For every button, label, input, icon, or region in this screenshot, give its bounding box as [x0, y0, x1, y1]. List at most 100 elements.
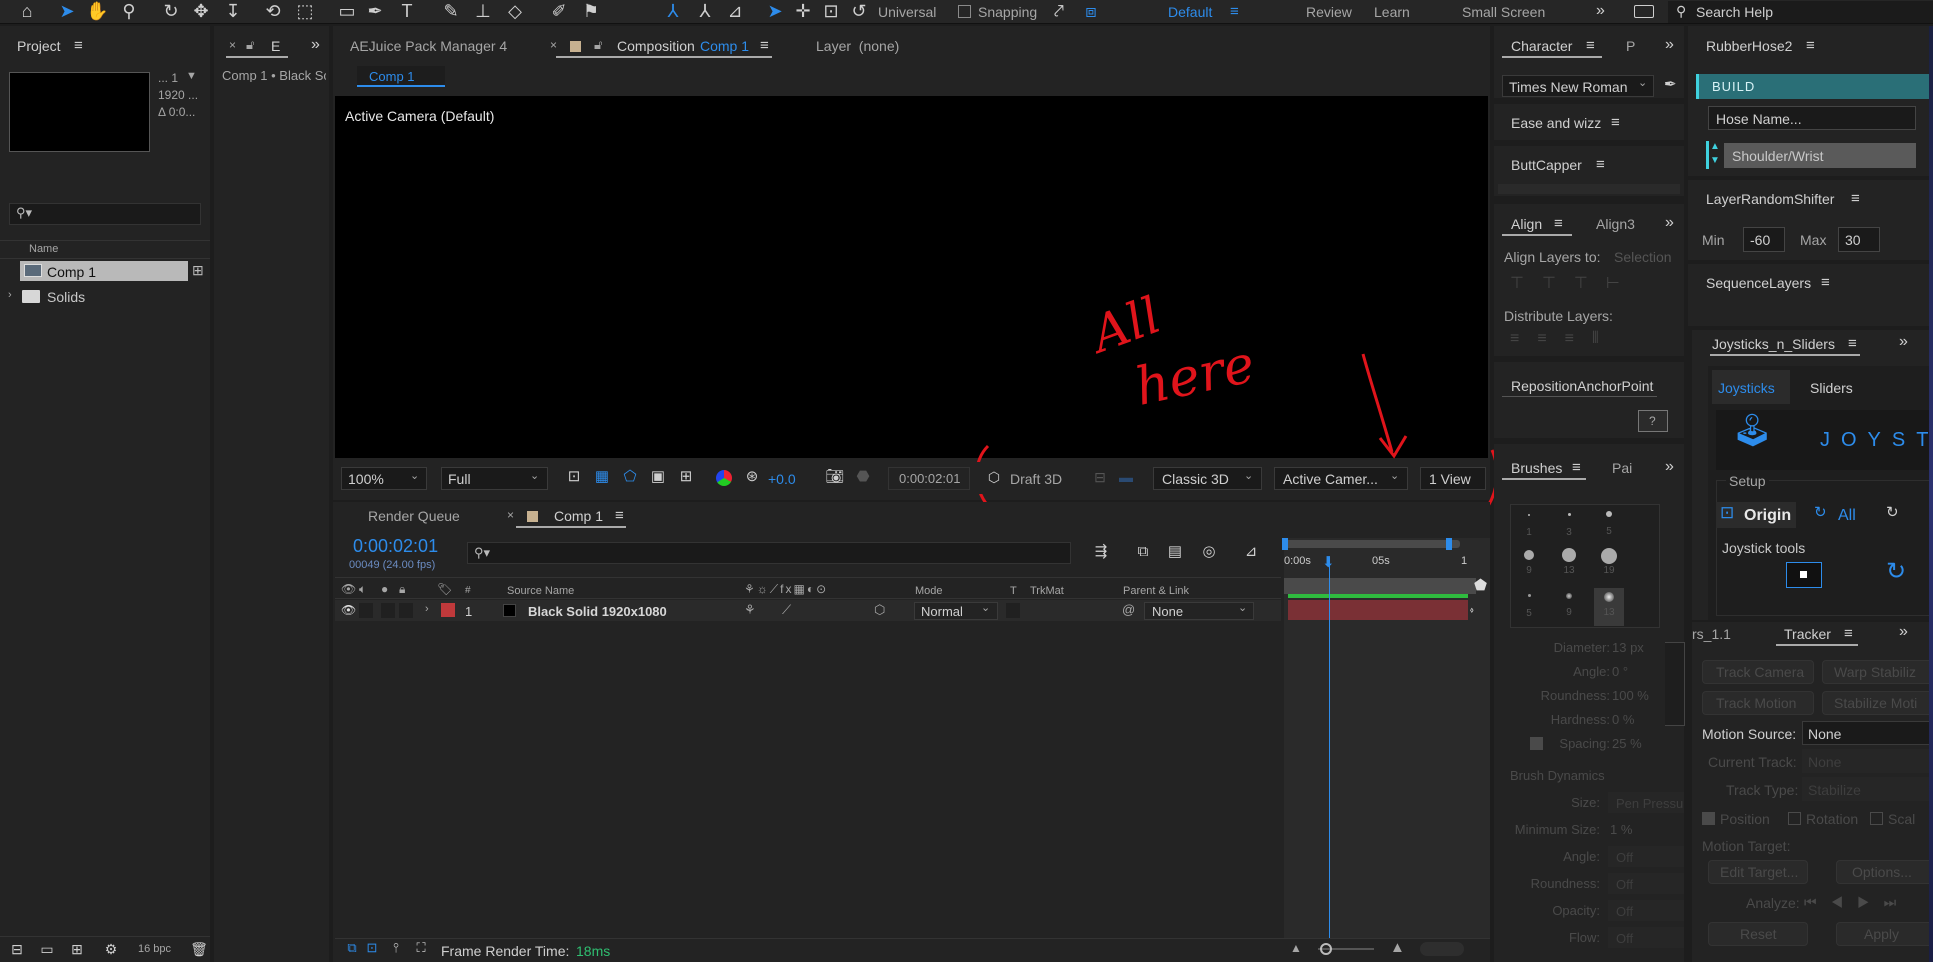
thumb-dropdown-icon[interactable]: ▼	[186, 71, 197, 82]
workspace-panel-icon[interactable]	[1634, 5, 1654, 18]
world-axis-icon[interactable]: ⅄	[694, 1, 716, 23]
audio-toggle[interactable]	[359, 603, 373, 618]
joysticks-title[interactable]: Joysticks_n_Sliders	[1712, 337, 1835, 351]
zoom-tool-icon[interactable]: ⚲	[118, 1, 140, 23]
anchor-tool-icon[interactable]: ⬚	[294, 1, 316, 23]
clone-stamp-icon[interactable]: ⊥	[472, 1, 494, 23]
refresh-icon[interactable]: ↻	[1886, 560, 1906, 584]
project-column-name[interactable]: Name	[29, 244, 58, 255]
draft-3d-icon[interactable]: ⬡	[983, 467, 1005, 489]
character-menu-icon[interactable]: ≡	[1586, 38, 1595, 53]
project-item-comp-row[interactable]	[20, 261, 188, 281]
column-parent[interactable]: Parent & Link	[1123, 586, 1189, 597]
diameter-value[interactable]: 13 px	[1612, 641, 1644, 654]
brush-tip[interactable]: 5	[1514, 588, 1544, 628]
tab-aejuice[interactable]: AEJuice Pack Manager 4	[350, 39, 507, 53]
workspace-menu-icon[interactable]: ≡	[1230, 4, 1239, 19]
trkmat-cell[interactable]	[1006, 603, 1020, 618]
rotate-tool-icon[interactable]: ⟲	[262, 1, 284, 23]
effects-tab-label[interactable]: E	[271, 39, 280, 53]
buttcapper-menu-icon[interactable]: ≡	[1596, 157, 1605, 172]
interpret-footage-icon[interactable]: ⊟	[6, 939, 28, 961]
tab-composition-prefix[interactable]: Composition	[617, 39, 695, 53]
lock-icon[interactable]: 🔓︎	[246, 38, 254, 51]
timeline-search-input[interactable]	[467, 542, 1071, 564]
dolly-camera-icon[interactable]: ↧	[222, 1, 244, 23]
fast-preview-icon[interactable]: ⊡	[563, 467, 585, 489]
shifter-menu-icon[interactable]: ≡	[1851, 191, 1860, 206]
timeline-tab-menu-icon[interactable]: ≡	[615, 508, 624, 523]
comp-marker-icon[interactable]: ⬟	[1474, 578, 1487, 593]
ease-menu-icon[interactable]: ≡	[1611, 115, 1620, 130]
shy-switch-icon[interactable]: ⚘	[744, 603, 756, 616]
column-source-name[interactable]: Source Name	[507, 586, 574, 597]
expand-arrow-icon[interactable]: ›	[8, 290, 12, 301]
draft-3d-label[interactable]: Draft 3D	[1010, 472, 1062, 486]
sequence-menu-icon[interactable]: ≡	[1821, 275, 1830, 290]
search-help-placeholder[interactable]: Search Help	[1696, 5, 1773, 19]
universal-select-icon[interactable]: ➤	[764, 1, 786, 23]
tab-sliders[interactable]: Sliders	[1810, 381, 1853, 395]
current-time-indicator-head[interactable]: ⬇	[1322, 555, 1335, 570]
brushes-menu-icon[interactable]: ≡	[1572, 460, 1581, 475]
hardness-value[interactable]: 0 %	[1612, 713, 1634, 726]
tracker-title[interactable]: Tracker	[1784, 627, 1831, 641]
panel-overflow-icon[interactable]: »	[1899, 334, 1908, 350]
adjust-project-icon[interactable]: ⚙	[100, 939, 122, 961]
rotation-checkbox[interactable]	[1788, 812, 1801, 825]
exposure-reset-icon[interactable]: ⊛	[741, 467, 763, 489]
workspace-learn[interactable]: Learn	[1374, 5, 1410, 19]
align-to-value[interactable]: Selection	[1614, 250, 1672, 264]
comp-mini-flowchart-icon[interactable]: ⇶	[1090, 542, 1112, 564]
reposition-title[interactable]: RepositionAnchorPoint	[1511, 379, 1653, 393]
puppet-pin-icon[interactable]: ⚑	[580, 1, 602, 23]
tab-timeline-comp[interactable]: Comp 1	[554, 509, 603, 523]
close-icon[interactable]: ×	[229, 39, 236, 51]
all-label[interactable]: All	[1838, 508, 1856, 524]
quality-switch-icon[interactable]: ⟋	[782, 603, 791, 616]
pickwhip-icon[interactable]: @	[1122, 603, 1135, 616]
toggle-render-time-icon[interactable]: ⛶	[410, 938, 432, 960]
table-row[interactable]	[335, 600, 1281, 621]
reset-icon[interactable]: ↻	[1886, 505, 1899, 520]
extended-viewer-icon[interactable]: ▬	[1115, 467, 1137, 489]
region-of-interest-icon[interactable]: ▣	[647, 467, 669, 489]
layer-duration-bar[interactable]	[1288, 600, 1468, 620]
lock-icon[interactable]: 🔓︎	[594, 38, 602, 51]
ease-title[interactable]: Ease and wizz	[1511, 116, 1601, 130]
tracker-menu-icon[interactable]: ≡	[1844, 626, 1853, 641]
timeline-zoom-thumb[interactable]	[1320, 943, 1332, 955]
roundness-value[interactable]: 100 %	[1612, 689, 1649, 702]
tab-joysticks[interactable]: Joysticks	[1718, 381, 1775, 395]
spacing-checkbox[interactable]	[1530, 737, 1543, 750]
brush-tip[interactable]: 5	[1594, 508, 1624, 548]
brush-tip[interactable]: 9	[1514, 548, 1544, 588]
composition-tab-menu-icon[interactable]: ≡	[760, 38, 769, 53]
align-title[interactable]: Align	[1511, 217, 1542, 231]
project-panel-menu-icon[interactable]: ≡	[74, 38, 83, 53]
align3-tab[interactable]: Align3	[1596, 217, 1635, 231]
frame-blending-icon[interactable]: ▤	[1164, 542, 1186, 564]
preset-stepper-icon[interactable]: ▲ ▼	[1710, 140, 1720, 168]
pan-camera-icon[interactable]: ✥	[190, 1, 212, 23]
view-axis-icon[interactable]: ⊿	[724, 1, 746, 23]
brushes-title[interactable]: Brushes	[1511, 461, 1562, 475]
work-area-bar[interactable]	[1284, 540, 1460, 548]
panel-overflow-icon[interactable]: »	[1665, 459, 1674, 475]
zoom-out-icon[interactable]: ▲	[1290, 942, 1302, 954]
timeline-timecode[interactable]: 0:00:02:01	[353, 537, 438, 555]
workspace-default[interactable]: Default	[1168, 5, 1212, 19]
universal-rotate-icon[interactable]: ↺	[848, 1, 870, 23]
home-icon[interactable]: ⌂	[16, 1, 38, 23]
toggle-in-out-icon[interactable]: ⫯	[385, 938, 407, 960]
solo-toggle[interactable]	[381, 603, 395, 618]
snapping-checkbox[interactable]	[958, 5, 971, 18]
brush-tip[interactable]: 19	[1594, 548, 1624, 588]
tab-composition-name[interactable]: Comp 1	[700, 39, 749, 53]
layer-name[interactable]: Black Solid 1920x1080	[528, 605, 667, 618]
brush-tip[interactable]: 3	[1554, 508, 1584, 548]
toggle-switches-icon[interactable]: ⧉	[341, 938, 363, 960]
brush-tip[interactable]: 1	[1514, 508, 1544, 548]
transparency-grid-icon[interactable]: ▦	[591, 467, 613, 489]
ruler-strip[interactable]	[1284, 578, 1476, 594]
